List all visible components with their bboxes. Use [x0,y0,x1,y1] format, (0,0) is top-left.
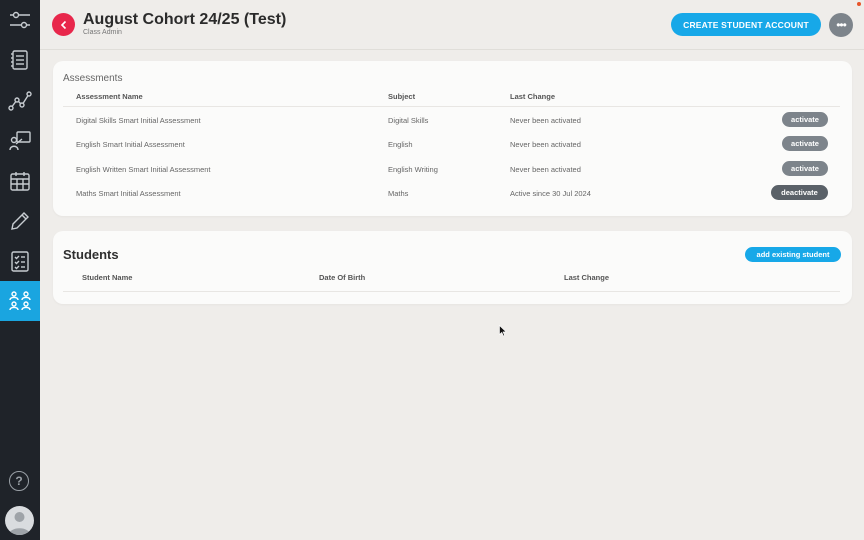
assessment-last-change: Active since 30 Jul 2024 [510,189,591,198]
user-avatar-icon [9,512,30,535]
activate-button[interactable]: activate [782,161,828,176]
assessment-name: Maths Smart Initial Assessment [76,189,181,198]
assessment-name: English Smart Initial Assessment [76,140,185,149]
sidebar: ? [0,0,40,540]
assessment-name: Digital Skills Smart Initial Assessment [76,116,201,125]
students-card: Students add existing student Student Na… [53,231,852,304]
sidebar-item-graph[interactable] [0,81,40,121]
create-student-account-button[interactable]: CREATE STUDENT ACCOUNT [671,13,821,36]
sidebar-item-calendar[interactable] [0,161,40,201]
assessment-name: English Written Smart Initial Assessment [76,165,211,174]
sidebar-item-pencil[interactable] [0,201,40,241]
assessment-subject: English [388,140,413,149]
header-divider-line [63,106,840,107]
back-button[interactable] [52,13,75,36]
assessment-subject: English Writing [388,165,438,174]
sidebar-item-checklist[interactable] [0,241,40,281]
sidebar-item-presentation[interactable] [0,121,40,161]
sidebar-item-settings[interactable] [0,0,40,40]
calendar-icon [10,172,30,191]
chevron-left-icon [60,20,66,29]
column-header-last-change: Last Change [564,273,610,282]
page-subtitle: Class Admin [83,29,122,36]
assessment-last-change: Never been activated [510,165,581,174]
notebook-icon [11,50,28,70]
column-header-assessment-name: Assessment Name [76,92,143,101]
mouse-cursor-icon [499,325,507,337]
activate-button[interactable]: activate [782,112,828,127]
column-header-last-change: Last Change [510,92,556,101]
assessment-subject: Maths [388,189,409,198]
assessments-title: Assessments [63,73,123,84]
assessment-subject: Digital Skills [388,116,429,125]
students-title: Students [63,247,119,262]
assessment-last-change: Never been activated [510,140,581,149]
avatar[interactable] [5,506,34,535]
pencil-icon [11,212,29,230]
assessments-card: Assessments Assessment Name Subject Last… [53,61,852,216]
column-header-subject: Subject [388,92,416,101]
presentation-icon [9,131,31,151]
checklist-icon [11,251,29,272]
help-icon[interactable]: ? [9,471,29,491]
sidebar-item-notebook[interactable] [0,40,40,80]
header-divider-line [63,291,840,292]
activate-button[interactable]: activate [782,136,828,151]
add-existing-student-button[interactable]: add existing student [745,247,841,262]
more-options-button[interactable]: ••• [829,13,853,37]
header-divider [40,49,864,50]
deactivate-button[interactable]: deactivate [771,185,828,200]
assessment-last-change: Never been activated [510,116,581,125]
sliders-icon [10,11,30,29]
column-header-student-name: Student Name [82,273,133,282]
sidebar-item-users[interactable] [0,281,40,321]
graph-icon [8,91,32,111]
column-header-date-of-birth: Date Of Birth [319,273,366,282]
users-icon [9,291,31,311]
page-title: August Cohort 24/25 (Test) [83,11,287,28]
notification-dot [857,2,861,6]
